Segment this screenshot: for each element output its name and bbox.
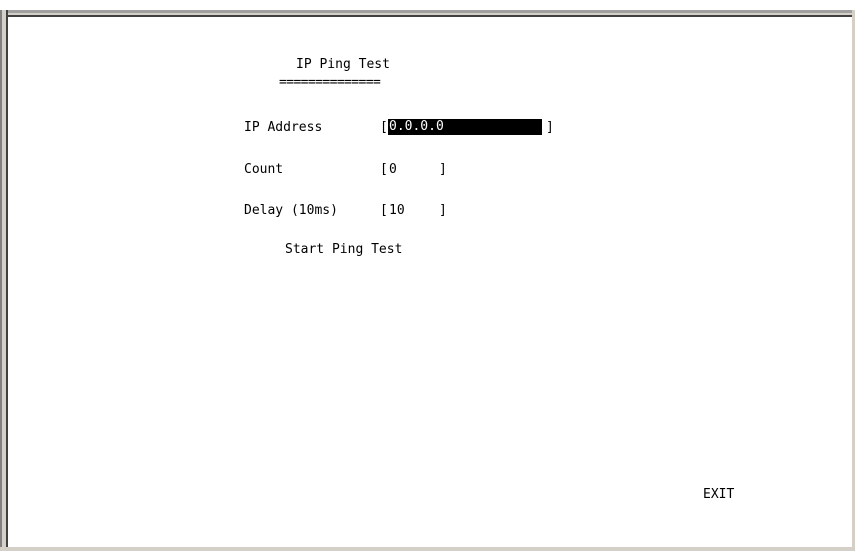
delay-open-bracket: [: [380, 203, 388, 218]
count-field[interactable]: 0: [389, 162, 397, 178]
delay-close-bracket: ]: [439, 203, 447, 218]
page-title: IP Ping Test: [296, 57, 390, 72]
count-open-bracket: [: [380, 162, 388, 177]
count-label: Count: [244, 162, 284, 177]
ip-address-close-bracket: ]: [546, 120, 554, 135]
count-close-bracket: ]: [439, 162, 447, 177]
delay-label: Delay (10ms): [244, 203, 338, 218]
start-ping-test-button[interactable]: Start Ping Test: [285, 242, 402, 258]
terminal-window: IP Ping Test ============== IP Address […: [0, 0, 855, 551]
window-frame-bottom: [0, 547, 855, 551]
ip-address-open-bracket: [: [380, 120, 388, 135]
exit-button[interactable]: EXIT: [703, 487, 734, 503]
ip-address-field[interactable]: 0.0.0.0: [388, 119, 542, 135]
ip-address-label: IP Address: [244, 120, 323, 135]
delay-field[interactable]: 10: [389, 203, 405, 219]
window-frame-left: [0, 10, 8, 551]
console-screen: IP Ping Test ============== IP Address […: [8, 15, 852, 547]
title-underline: ==============: [279, 75, 381, 90]
